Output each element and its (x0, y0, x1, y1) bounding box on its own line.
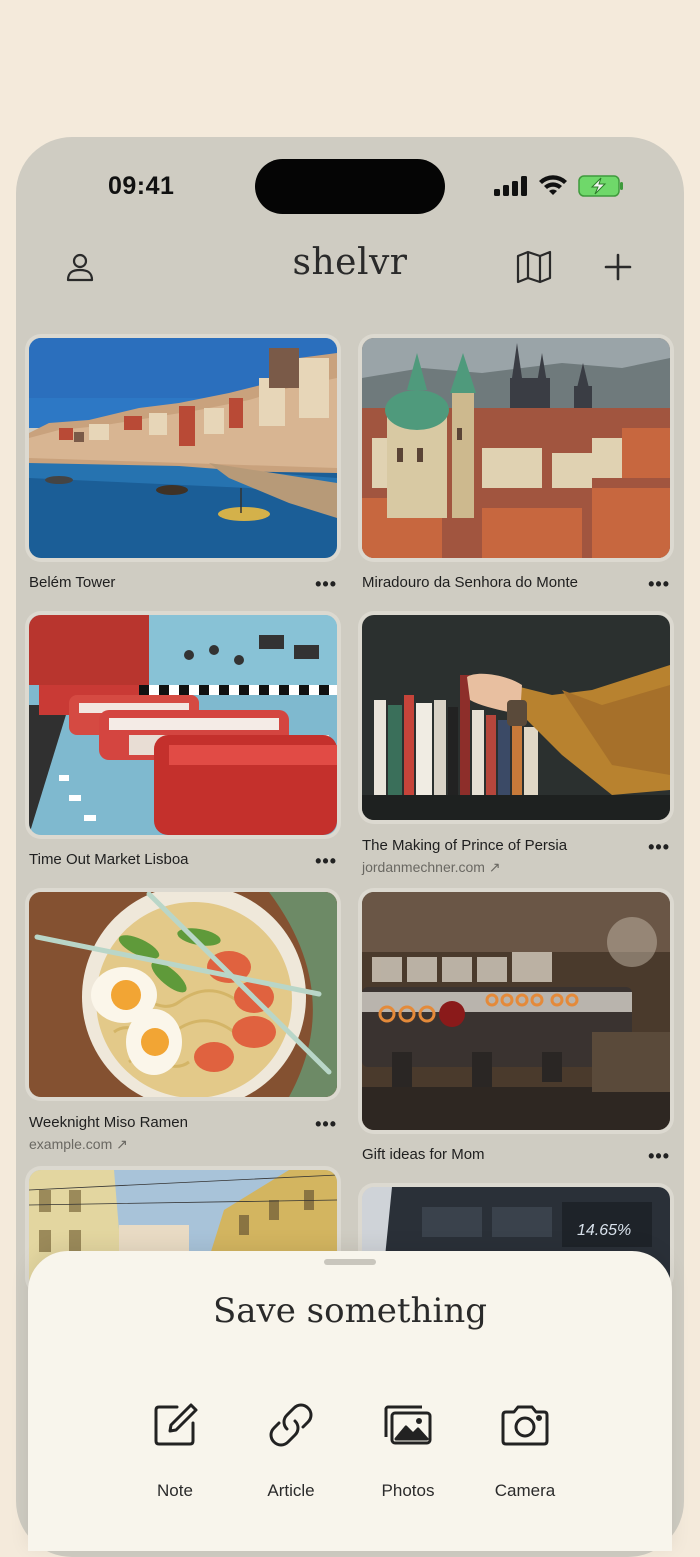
add-button[interactable] (598, 247, 638, 287)
grid-card[interactable]: Time Out Market Lisboa ••• (29, 615, 337, 875)
card-title: Time Out Market Lisboa (29, 851, 189, 868)
save-photos-button[interactable]: Photos (358, 1399, 458, 1501)
map-icon (516, 250, 552, 284)
action-label: Note (157, 1481, 193, 1500)
battery-charging-icon (578, 175, 623, 197)
card-title: The Making of Prince of Persia (362, 837, 568, 854)
card-image (29, 615, 337, 835)
card-title: Gift ideas for Mom (362, 1146, 485, 1163)
card-image (362, 338, 670, 558)
more-button[interactable]: ••• (315, 575, 337, 593)
card-title: Miradouro da Senhora do Monte (362, 574, 578, 591)
note-icon (154, 1403, 198, 1446)
grid-card[interactable]: Gift ideas for Mom ••• (362, 892, 670, 1172)
save-camera-button[interactable]: Camera (475, 1399, 575, 1501)
wifi-icon (539, 175, 567, 195)
save-article-button[interactable]: Article (241, 1399, 341, 1501)
grid-card[interactable]: Weeknight Miso Ramen example.com ↗ ••• (29, 892, 337, 1162)
status-time: 09:41 (108, 172, 175, 200)
sheet-title: Save something (212, 1291, 488, 1331)
sheet-drag-handle[interactable] (324, 1259, 376, 1265)
card-source-link[interactable]: jordanmechner.com ↗ (362, 859, 501, 876)
photos-icon (384, 1405, 432, 1445)
card-title: Weeknight Miso Ramen (29, 1114, 188, 1131)
cityscape-image (362, 338, 670, 558)
stock-value-text: 14.65% (577, 1222, 631, 1239)
more-button[interactable]: ••• (648, 838, 670, 856)
map-button[interactable] (514, 247, 554, 287)
card-image (362, 892, 670, 1130)
diner-image (29, 615, 337, 835)
app-title: shelvr (292, 242, 408, 283)
espresso-image (362, 892, 670, 1130)
camera-icon (501, 1405, 549, 1446)
grid-card[interactable]: The Making of Prince of Persia jordanmec… (362, 615, 670, 885)
card-image (29, 892, 337, 1097)
ramen-image (29, 892, 337, 1097)
card-title: Belém Tower (29, 574, 116, 591)
action-label: Article (267, 1481, 315, 1500)
card-image (362, 615, 670, 820)
save-note-button[interactable]: Note (125, 1399, 225, 1501)
more-button[interactable]: ••• (648, 575, 670, 593)
app-header: shelvr (16, 237, 684, 297)
bookshelf-image (362, 615, 670, 820)
grid-card[interactable]: Belém Tower ••• (29, 338, 337, 598)
more-button[interactable]: ••• (648, 1147, 670, 1165)
riverside-image (29, 338, 337, 558)
card-source-link[interactable]: example.com ↗ (29, 1136, 128, 1153)
dynamic-island (255, 159, 445, 214)
more-button[interactable]: ••• (315, 852, 337, 870)
grid-card[interactable]: Miradouro da Senhora do Monte ••• (362, 338, 670, 598)
card-image (29, 338, 337, 558)
signal-icon (494, 176, 527, 196)
more-button[interactable]: ••• (315, 1115, 337, 1133)
plus-icon (604, 253, 632, 281)
status-icons (494, 175, 624, 197)
save-sheet: Save something Note Article Photos Camer… (28, 1251, 672, 1551)
action-label: Photos (381, 1481, 435, 1500)
action-label: Camera (494, 1481, 556, 1500)
link-icon (269, 1403, 313, 1447)
